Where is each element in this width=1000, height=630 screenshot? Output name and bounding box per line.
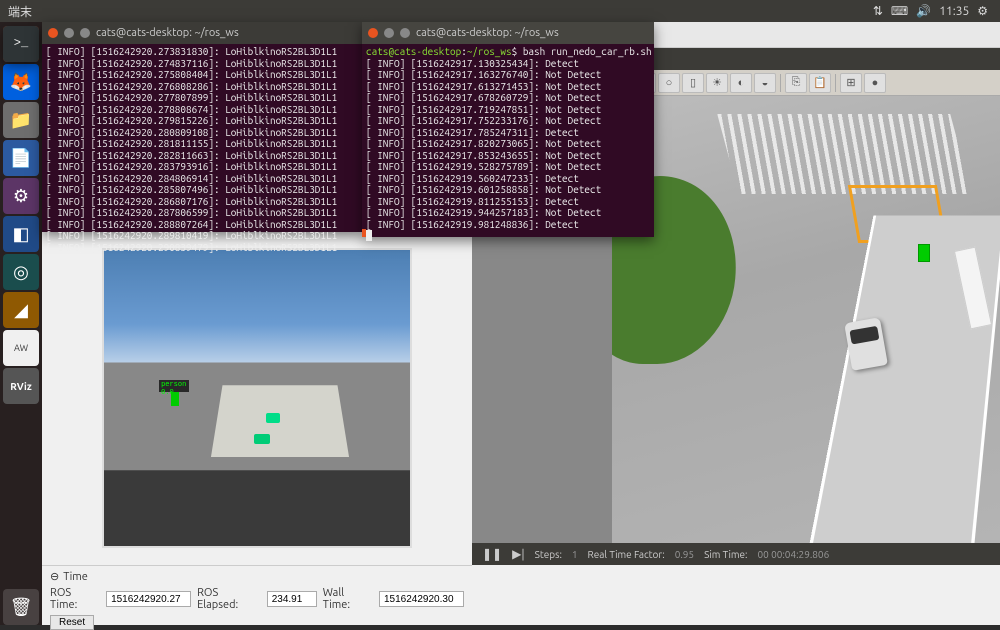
terminal-2-body[interactable]: cats@cats-desktop:~/ros_ws$ bash run_ned… [362,44,654,246]
terminal-2-titlebar[interactable]: cats@cats-desktop: ~/ros_ws [362,22,654,44]
clock[interactable]: 11:35 [939,5,969,18]
camera-view[interactable]: person 0.0 [102,248,412,548]
minimize-icon[interactable] [384,28,394,38]
top-menubar: 端末 ⇅ ⌨ 🔊 11:35 ⚙ [0,0,1000,22]
lane-marker-2 [254,434,270,444]
lane-marker-1 [266,413,280,423]
step-button[interactable]: ▶| [512,547,524,561]
settings-icon[interactable]: ⚙ [3,178,39,214]
ros-elapsed-label: ROS Elapsed: [197,587,261,611]
terminal-icon[interactable]: >_ [3,26,39,62]
network-icon[interactable]: ⇅ [873,4,883,18]
sim-pedestrian-marker [918,244,930,262]
window-highlight [362,229,366,237]
reset-button[interactable]: Reset [50,615,94,630]
wall-time-label: Wall Time: [323,587,373,611]
gazebo-statusbar: ❚❚ ▶| Steps: 1 Real Time Factor: 0.95 Si… [472,543,1000,565]
rviz-time-panel: ⊖ Time ROS Time: ROS Elapsed: Wall Time:… [42,565,472,625]
detection-label: person 0.0 [159,380,189,392]
time-panel-header[interactable]: ⊖ Time [50,570,464,583]
ros-time-label: ROS Time: [50,587,100,611]
simtime-label: Sim Time: [704,549,747,560]
ros-elapsed-field[interactable] [267,591,317,607]
terminal-1[interactable]: cats@cats-desktop: ~/ros_ws [ INFO] [151… [42,22,362,232]
trash-icon[interactable]: 🗑 [3,589,39,625]
rtf-value: 0.95 [675,549,694,560]
maximize-icon[interactable] [80,28,90,38]
lang-icon[interactable]: ⌨ [891,4,908,18]
app-icon-3[interactable]: ◢ [3,292,39,328]
pause-button[interactable]: ❚❚ [482,547,502,561]
gazebo-3d-view[interactable] [612,96,1000,543]
ros-time-field[interactable] [106,591,191,607]
dirlight-icon[interactable]: ◒ [754,73,776,93]
app-icon-1[interactable]: ◧ [3,216,39,252]
minimize-icon[interactable] [64,28,74,38]
spotlight-icon[interactable]: ◐ [730,73,752,93]
files-icon[interactable]: 📁 [3,102,39,138]
sphere-icon[interactable]: ○ [658,73,680,93]
time-panel-title: Time [63,571,88,583]
terminal-2-title: cats@cats-desktop: ~/ros_ws [416,27,559,40]
maximize-icon[interactable] [400,28,410,38]
rviz-icon[interactable]: RViz [3,368,39,404]
sound-icon[interactable]: 🔊 [916,4,931,18]
snap-icon[interactable]: ⊞ [840,73,862,93]
copy-icon[interactable]: ⎘ [785,73,807,93]
cylinder-icon[interactable]: ▯ [682,73,704,93]
expand-icon[interactable]: ⊖ [50,570,59,583]
steps-value: 1 [572,549,578,560]
wall-time-field[interactable] [379,591,464,607]
steps-label: Steps: [535,549,562,560]
gear-icon[interactable]: ⚙ [977,4,988,18]
app-icon-2[interactable]: ◎ [3,254,39,290]
sim-crosswalk [718,114,972,194]
simtime-value: 00 00:04:29.806 [758,549,830,560]
firefox-icon[interactable]: 🦊 [3,64,39,100]
paste-icon[interactable]: 📋 [809,73,831,93]
sim-ego-vehicle [844,317,888,371]
terminal-1-titlebar[interactable]: cats@cats-desktop: ~/ros_ws [42,22,362,44]
document-icon[interactable]: 📄 [3,140,39,176]
close-icon[interactable] [48,28,58,38]
close-icon[interactable] [368,28,378,38]
detection-bbox [171,392,179,406]
terminal-2[interactable]: cats@cats-desktop: ~/ros_ws cats@cats-de… [362,22,654,237]
record-icon[interactable]: ● [864,73,886,93]
terminal-1-title: cats@cats-desktop: ~/ros_ws [96,27,239,40]
rtf-label: Real Time Factor: [588,549,665,560]
light-icon[interactable]: ☀ [706,73,728,93]
active-app-title: 端末 [8,3,32,20]
terminal-1-body[interactable]: [ INFO] [1516242920.273831830]: LoHiblki… [42,44,362,255]
autoware-icon[interactable]: AW [3,330,39,366]
unity-launcher: ◉ 🦊 📁 📄 ⚙ >_ ◧ ◎ ◢ AW RViz 🗑 [0,22,42,625]
